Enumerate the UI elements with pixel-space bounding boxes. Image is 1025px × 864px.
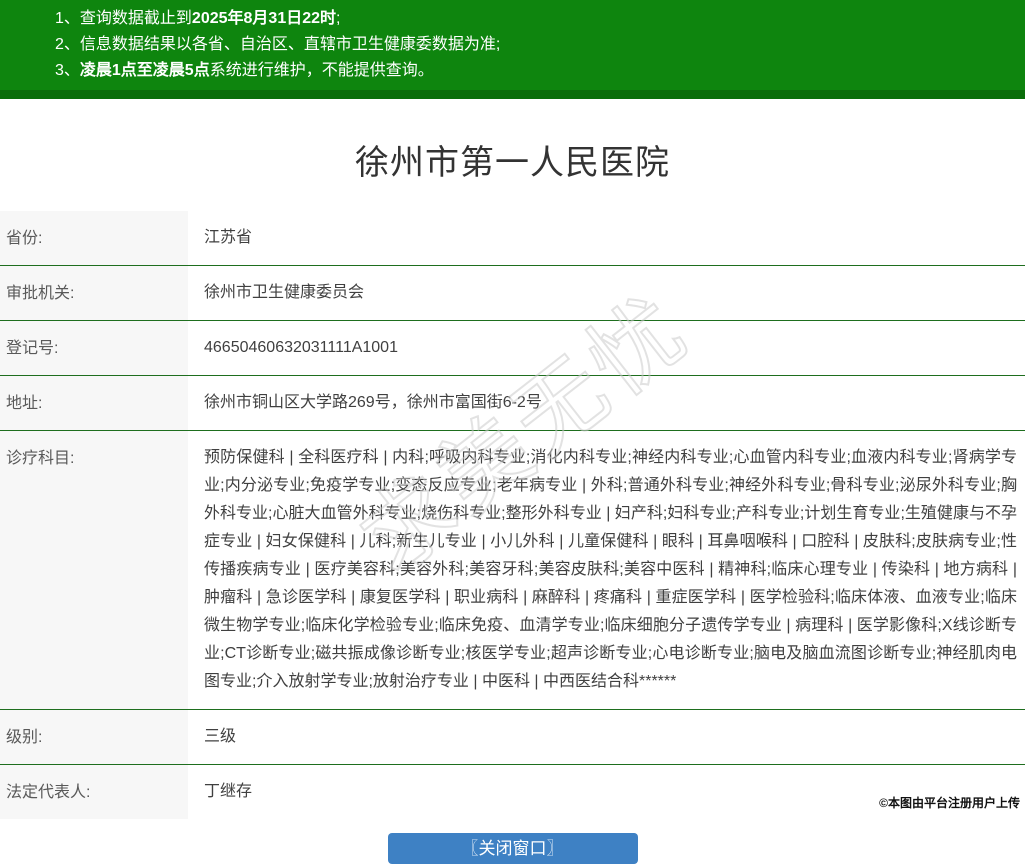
hospital-info-table: 省份: 江苏省 审批机关: 徐州市卫生健康委员会 登记号: 4665046063… [0,211,1025,819]
table-row-level: 级别: 三级 [0,710,1025,765]
row-value-address: 徐州市铜山区大学路269号，徐州市富国街6-2号 [204,394,542,411]
notice-3-bold-text: 凌晨1点至凌晨5点 [79,62,210,79]
notice-line-3: 3、凌晨1点至凌晨5点系统进行维护，不能提供查询。 [0,58,1025,84]
row-value-level: 三级 [204,728,237,745]
table-row-legal-representative: 法定代表人: 丁继存 [0,765,1025,819]
notice-1-text-post: ; [336,10,341,27]
notice-banner: 1、查询数据截止到2025年8月31日22时; 2、信息数据结果以各省、自治区、… [0,0,1025,90]
table-row-address: 地址: 徐州市铜山区大学路269号，徐州市富国街6-2号 [0,376,1025,431]
copyright-note: ©本图由平台注册用户上传 [879,796,1020,810]
row-value-medical-subjects: 预防保健科 | 全科医疗科 | 内科;呼吸内科专业;消化内科专业;神经内科专业;… [204,449,1017,690]
table-row-approval-authority: 审批机关: 徐州市卫生健康委员会 [0,266,1025,321]
notice-2-number: 2、 [55,36,80,53]
table-row-registration-number: 登记号: 46650460632031111A1001 [0,321,1025,376]
notice-3-number: 3、 [55,62,80,79]
banner-bottom-strip [0,90,1025,99]
notice-3-text-post: 系统进行维护，不能提供查询。 [209,62,434,79]
notice-2-text: 信息数据结果以各省、自治区、直辖市卫生健康委数据为准; [79,36,501,53]
page-title: 徐州市第一人民医院 [355,144,670,182]
close-window-button[interactable]: 〖关闭窗口〗 [387,833,638,864]
row-label-level: 级别: [0,710,188,764]
notice-line-2: 2、信息数据结果以各省、自治区、直辖市卫生健康委数据为准; [0,32,1025,58]
notice-line-1: 1、查询数据截止到2025年8月31日22时; [0,6,1025,32]
row-label-medical-subjects: 诊疗科目: [0,431,188,709]
notice-1-text: 查询数据截止到 [79,10,192,27]
row-label-province: 省份: [0,211,188,265]
row-value-registration-number: 46650460632031111A1001 [204,339,398,356]
notice-1-number: 1、 [55,10,80,27]
row-value-approval-authority: 徐州市卫生健康委员会 [204,284,365,301]
table-row-medical-subjects: 诊疗科目: 预防保健科 | 全科医疗科 | 内科;呼吸内科专业;消化内科专业;神… [0,431,1025,710]
notice-1-bold-text: 2025年8月31日22时 [191,10,337,27]
row-value-province: 江苏省 [204,229,253,246]
table-row-province: 省份: 江苏省 [0,211,1025,266]
row-label-registration-number: 登记号: [0,321,188,375]
row-label-address: 地址: [0,376,188,430]
row-label-approval-authority: 审批机关: [0,266,188,320]
row-label-legal-representative: 法定代表人: [0,765,188,819]
